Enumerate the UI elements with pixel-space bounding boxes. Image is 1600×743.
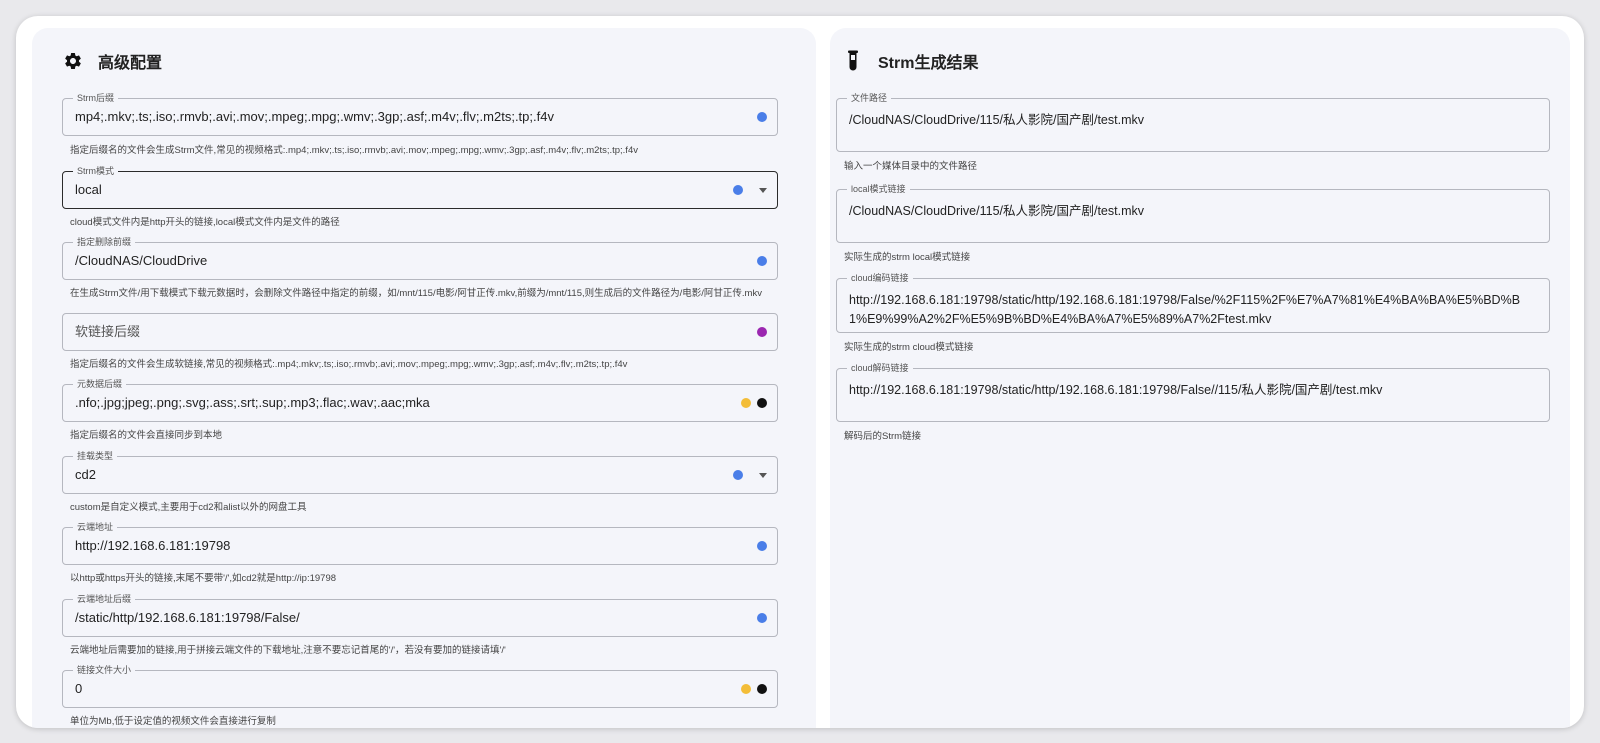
status-dot <box>757 112 767 122</box>
field-value: mp4;.mkv;.ts;.iso;.rmvb;.avi;.mov;.mpeg;… <box>75 109 554 124</box>
cloud-decoded-link-field[interactable]: cloud解码链接 http://192.168.6.181:19798/sta… <box>836 362 1550 422</box>
field-label: cloud编码链接 <box>847 272 913 284</box>
status-dot <box>757 256 767 266</box>
field-hint: custom是自定义模式,主要用于cd2和alist以外的网盘工具 <box>70 502 307 513</box>
field-hint: 单位为Mb,低于设定值的视频文件会直接进行复制 <box>70 716 276 727</box>
status-dot <box>757 398 767 408</box>
field-label: cloud解码链接 <box>847 362 913 374</box>
status-dot <box>741 684 751 694</box>
field-value: http://192.168.6.181:19798/static/http/1… <box>849 293 1521 326</box>
field-hint: 指定后缀名的文件会生成软链接,常见的视频格式:.mp4;.mkv;.ts;.is… <box>70 359 628 370</box>
field-hint: 实际生成的strm cloud模式链接 <box>844 342 974 353</box>
delete-prefix-field[interactable]: 指定删除前缀 /CloudNAS/CloudDrive <box>62 236 778 280</box>
cloud-address-suffix-field[interactable]: 云端地址后缀 /static/http/192.168.6.181:19798/… <box>62 593 778 637</box>
panel-title: Strm生成结果 <box>878 55 979 72</box>
symlink-suffix-field[interactable]: 软链接后缀 <box>62 313 778 351</box>
status-dot <box>733 185 743 195</box>
field-placeholder: 软链接后缀 <box>75 324 141 339</box>
field-value: /CloudNAS/CloudDrive/115/私人影院/国产剧/test.m… <box>849 113 1144 127</box>
status-dot <box>741 398 751 408</box>
field-label: local模式链接 <box>847 183 910 195</box>
status-dot <box>757 541 767 551</box>
strm-suffix-field[interactable]: Strm后缀 mp4;.mkv;.ts;.iso;.rmvb;.avi;.mov… <box>62 92 778 136</box>
local-link-field[interactable]: local模式链接 /CloudNAS/CloudDrive/115/私人影院/… <box>836 183 1550 243</box>
status-dot <box>757 613 767 623</box>
field-hint: 实际生成的strm local模式链接 <box>844 252 971 263</box>
chevron-down-icon[interactable] <box>759 187 767 193</box>
test-tube-icon <box>842 50 864 72</box>
field-value: /CloudNAS/CloudDrive/115/私人影院/国产剧/test.m… <box>849 204 1144 218</box>
link-file-size-field[interactable]: 链接文件大小 0 <box>62 664 778 708</box>
field-hint: 以http或https开头的链接,末尾不要带'/',如cd2就是http://i… <box>70 573 337 584</box>
status-dot <box>757 684 767 694</box>
strm-result-panel: Strm生成结果 文件路径 /CloudNAS/CloudDrive/115/私… <box>830 28 1570 728</box>
field-value: local <box>75 182 102 197</box>
chevron-down-icon[interactable] <box>759 472 767 478</box>
file-path-field[interactable]: 文件路径 /CloudNAS/CloudDrive/115/私人影院/国产剧/t… <box>836 92 1550 152</box>
field-hint: 指定后缀名的文件会直接同步到本地 <box>70 430 223 441</box>
field-label: 链接文件大小 <box>73 664 136 676</box>
status-dot <box>733 470 743 480</box>
mount-type-select[interactable]: 挂载类型 cd2 <box>62 450 778 494</box>
field-value: cd2 <box>75 467 96 482</box>
metadata-suffix-field[interactable]: 元数据后缀 .nfo;.jpg;jpeg;.png;.svg;.ass;.srt… <box>62 378 778 422</box>
field-value: /static/http/192.168.6.181:19798/False/ <box>75 610 300 625</box>
field-value: 0 <box>75 681 83 696</box>
cloud-address-field[interactable]: 云端地址 http://192.168.6.181:19798 <box>62 521 778 565</box>
field-value: /CloudNAS/CloudDrive <box>75 253 208 268</box>
field-label: 文件路径 <box>847 92 892 104</box>
strm-result-header: Strm生成结果 <box>842 48 978 74</box>
cloud-encoded-link-field[interactable]: cloud编码链接 http://192.168.6.181:19798/sta… <box>836 272 1550 333</box>
app-window: 高级配置 Strm后缀 mp4;.mkv;.ts;.iso;.rmvb;.avi… <box>16 16 1584 728</box>
gear-icon <box>62 50 84 72</box>
strm-mode-select[interactable]: Strm模式 local <box>62 165 778 209</box>
field-hint: 在生成Strm文件/用下载模式下载元数据时，会删除文件路径中指定的前缀，如/mn… <box>70 288 762 299</box>
field-hint: 云端地址后需要加的链接,用于拼接云端文件的下载地址,注意不要忘记首尾的'/'，若… <box>70 645 506 656</box>
field-value: .nfo;.jpg;jpeg;.png;.svg;.ass;.srt;.sup;… <box>75 395 430 410</box>
field-value: http://192.168.6.181:19798 <box>75 538 231 553</box>
field-value: http://192.168.6.181:19798/static/http/1… <box>849 383 1383 397</box>
advanced-config-panel: 高级配置 Strm后缀 mp4;.mkv;.ts;.iso;.rmvb;.avi… <box>32 28 816 728</box>
field-hint: 解码后的Strm链接 <box>844 431 922 442</box>
advanced-config-header: 高级配置 <box>62 48 162 74</box>
panel-title: 高级配置 <box>98 55 163 72</box>
field-hint: cloud模式文件内是http开头的链接,local模式文件内是文件的路径 <box>70 217 340 228</box>
field-hint: 输入一个媒体目录中的文件路径 <box>844 161 978 172</box>
status-dot <box>757 327 767 337</box>
field-hint: 指定后缀名的文件会生成Strm文件,常见的视频格式:.mp4;.mkv;.ts;… <box>70 145 638 156</box>
